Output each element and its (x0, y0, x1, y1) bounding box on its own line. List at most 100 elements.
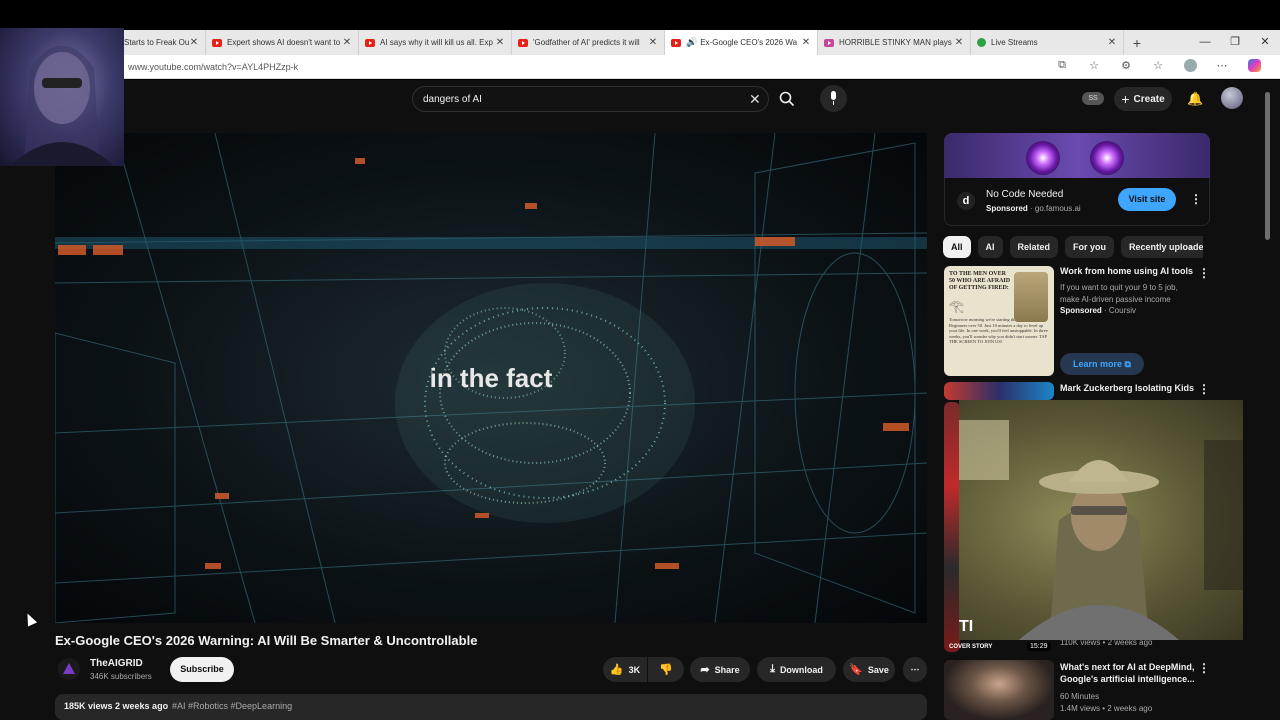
close-icon[interactable]: ✕ (954, 37, 964, 48)
user-badge[interactable]: SS (1082, 92, 1104, 105)
voice-search-button[interactable] (820, 85, 847, 112)
chevron-right-icon[interactable]: › (1189, 240, 1193, 254)
share-button[interactable]: ➦ Share (690, 657, 750, 682)
window-controls: — ❐ ✕ (1190, 30, 1280, 55)
ad-card-sponsor: Sponsored · Coursiv (1060, 306, 1137, 315)
description-box[interactable]: 185K views 2 weeks ago #AI #Robotics #De… (55, 694, 927, 720)
address-bar: www.youtube.com/watch?v=AYL4PHZzp-k ⧉ ☆ … (0, 55, 1280, 79)
close-icon[interactable]: ✕ (495, 37, 505, 48)
favorites-icon[interactable]: ☆ (1142, 59, 1174, 75)
ad-banner-image[interactable] (944, 133, 1210, 178)
recommendation-thumbnail[interactable] (944, 402, 960, 652)
more-vertical-icon[interactable]: ⋮ (1198, 266, 1210, 280)
ad-title: No Code Needed (986, 189, 1064, 200)
favicon-icon (824, 38, 834, 47)
minimize-icon[interactable]: — (1190, 30, 1220, 55)
recommendation-title[interactable]: Mark Zuckerberg Isolating Kids (1060, 382, 1195, 394)
browser-tab-strip: Starts to Freak Out an ✕ Expert shows AI… (0, 30, 1280, 55)
ad-domain: go.famous.ai (1034, 204, 1081, 213)
chip-all[interactable]: All (943, 236, 971, 258)
views-and-date: 185K views 2 weeks ago (64, 701, 169, 711)
share-icon: ➦ (700, 664, 710, 676)
webcam-person-figure (959, 420, 1243, 640)
ad-card-title[interactable]: Work from home using AI tools (1060, 266, 1193, 276)
notifications-bell-icon[interactable]: 🔔 (1187, 91, 1203, 107)
close-icon[interactable]: ✕ (801, 37, 811, 48)
share-label: Share (714, 664, 740, 675)
recommendation-channel[interactable]: 60 Minutes (1060, 691, 1099, 702)
favicon-icon (977, 38, 986, 47)
more-vertical-icon[interactable]: ⋮ (1198, 661, 1210, 675)
search-icon[interactable] (779, 91, 795, 107)
thumbs-up-icon: 👍 (609, 664, 624, 676)
ad-thumbnail[interactable]: TO THE MEN OVER 50 WHO ARE AFRAID OF GET… (944, 266, 1054, 376)
sponsored-label: Sponsored (1060, 306, 1102, 315)
close-icon[interactable]: ✕ (342, 37, 352, 48)
covered-thumbnail-text: TI (959, 618, 974, 635)
extensions-icon[interactable]: ⚙ (1110, 59, 1142, 75)
more-options-icon[interactable]: ⋯ (1206, 59, 1238, 75)
robot-eye-right (1090, 141, 1124, 175)
youtube-favicon-icon (518, 38, 528, 47)
browser-tab[interactable]: Expert shows AI doesn't want to ✕ (206, 30, 359, 55)
more-vertical-icon[interactable]: ⋮ (1198, 382, 1210, 396)
chip-for-you[interactable]: For you (1065, 236, 1115, 258)
search-box[interactable]: dangers of AI ✕ (412, 86, 769, 112)
more-horizontal-icon: ⋯ (910, 664, 920, 674)
open-in-app-icon[interactable]: ⧉ (1046, 59, 1078, 75)
filter-chips: All AI Related For you Recently uploaded (943, 236, 1203, 258)
recommendation-thumbnail[interactable] (944, 382, 1054, 400)
bookmark-icon: 🔖 (849, 664, 863, 676)
youtube-favicon-icon (671, 38, 681, 47)
more-vertical-icon[interactable]: ⋮ (1190, 192, 1202, 206)
channel-avatar[interactable] (58, 658, 80, 680)
ad-card[interactable]: d No Code Needed Sponsored · go.famous.a… (944, 178, 1210, 226)
new-tab-button[interactable]: + (1124, 35, 1150, 51)
plus-icon: + (1121, 91, 1130, 107)
hashtags[interactable]: #AI #Robotics #DeepLearning (172, 701, 292, 711)
close-icon[interactable]: ✕ (1107, 37, 1117, 48)
address-bar-icons: ⧉ ☆ ⚙ ☆ ⋯ (1046, 58, 1270, 75)
channel-name[interactable]: TheAIGRID (90, 658, 143, 669)
tab-title: 'Godfather of AI' predicts it will (533, 38, 640, 47)
recommendation-title[interactable]: What's next for AI at DeepMind, Google's… (1060, 661, 1195, 685)
more-actions-button[interactable]: ⋯ (903, 657, 927, 682)
youtube-favicon-icon (365, 38, 375, 47)
speaker-icon[interactable]: 🔊 (686, 37, 697, 48)
learn-more-button[interactable]: Learn more ⧉ (1060, 353, 1144, 375)
download-button[interactable]: ⤓ Download (757, 657, 836, 682)
tab-title: Live Streams (991, 38, 1038, 47)
recommendation-thumbnail[interactable] (944, 660, 1054, 720)
subscribe-button[interactable]: Subscribe (170, 657, 234, 682)
create-button[interactable]: + Create (1114, 87, 1172, 111)
restore-icon[interactable]: ❐ (1220, 30, 1250, 55)
search-input[interactable]: dangers of AI (423, 94, 482, 105)
clear-search-icon[interactable]: ✕ (749, 91, 761, 108)
close-icon[interactable]: ✕ (189, 37, 199, 48)
visit-site-button[interactable]: Visit site (1118, 188, 1176, 211)
microphone-icon (831, 91, 836, 100)
favorite-star-icon[interactable]: ☆ (1078, 59, 1110, 75)
sidebar-scrollbar[interactable] (1265, 92, 1270, 240)
like-button[interactable]: 👍 3K (603, 657, 647, 682)
video-player[interactable]: in the fact (55, 133, 927, 623)
browser-tab[interactable]: HORRIBLE STINKY MAN plays T ✕ (818, 30, 971, 55)
close-window-icon[interactable]: ✕ (1250, 30, 1280, 55)
tab-title: Ex-Google CEO's 2026 Wa (700, 38, 798, 47)
chip-ai[interactable]: AI (977, 236, 1003, 258)
profile-icon[interactable] (1174, 58, 1206, 75)
youtube-favicon-icon (212, 38, 222, 47)
browser-tab[interactable]: 'Godfather of AI' predicts it will ✕ (512, 30, 665, 55)
browser-tab-active[interactable]: 🔊 Ex-Google CEO's 2026 Wa ✕ (665, 30, 818, 55)
account-avatar[interactable] (1221, 87, 1243, 109)
robot-eye-left (1026, 141, 1060, 175)
pharaoh-figure (1014, 272, 1048, 322)
close-icon[interactable]: ✕ (648, 37, 658, 48)
chip-related[interactable]: Related (1009, 236, 1059, 258)
copilot-icon[interactable] (1238, 58, 1270, 75)
url-field[interactable]: www.youtube.com/watch?v=AYL4PHZzp-k (128, 62, 1046, 72)
browser-tab[interactable]: AI says why it will kill us all. Exp ✕ (359, 30, 512, 55)
dislike-button[interactable]: 👎 (648, 657, 684, 682)
browser-tab[interactable]: Live Streams ✕ (971, 30, 1124, 55)
save-button[interactable]: 🔖 Save (843, 657, 895, 682)
